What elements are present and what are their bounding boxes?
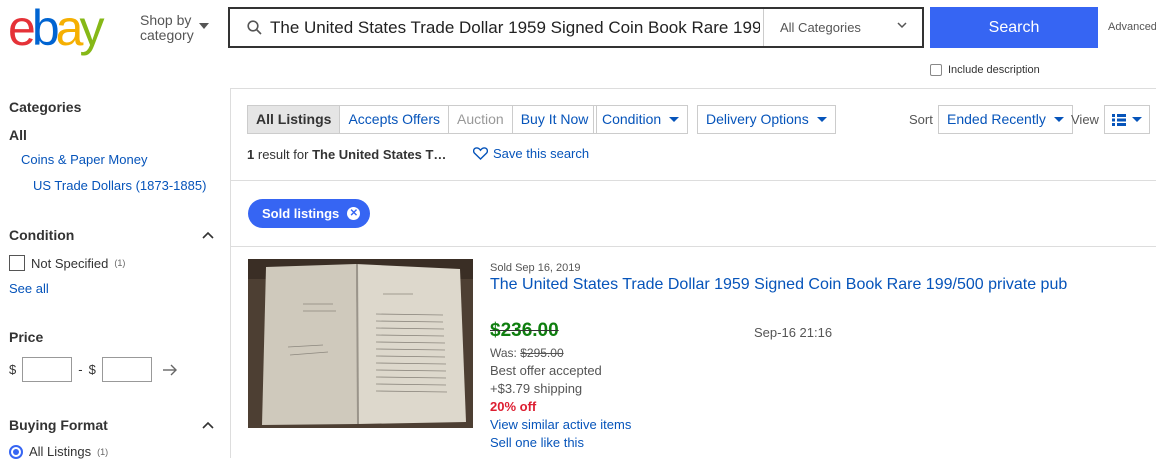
sold-price: $236.00 — [490, 320, 559, 341]
shop-by-category-button[interactable]: Shop by category — [140, 13, 194, 43]
divider — [230, 246, 1156, 247]
sort-dropdown[interactable]: Ended Recently — [938, 105, 1073, 134]
was-price-value: $295.00 — [520, 346, 564, 360]
discount-badge: 20% off — [490, 399, 537, 414]
delivery-dropdown-label: Delivery Options — [706, 111, 809, 127]
view-toggle-button[interactable] — [1104, 105, 1150, 134]
condition-option-not-specified[interactable]: Not Specified (1) — [9, 255, 125, 271]
shop-by-line1: Shop by — [140, 12, 192, 28]
logo-letter-y: y — [79, 0, 104, 56]
logo-letter-a: a — [55, 0, 84, 56]
divider — [230, 88, 231, 458]
caret-down-icon — [1132, 117, 1142, 122]
search-button[interactable]: Search — [930, 7, 1098, 48]
price-heading: Price — [9, 329, 44, 345]
sort-dropdown-value: Ended Recently — [947, 111, 1046, 127]
view-similar-link[interactable]: View similar active items — [490, 417, 631, 432]
include-description-label: Include description — [948, 64, 1040, 76]
caret-down-icon — [816, 117, 827, 122]
chip-label: Sold listings — [262, 206, 340, 221]
category-link-trade-dollars[interactable]: US Trade Dollars (1873-1885) — [33, 178, 206, 193]
arrow-right-icon[interactable] — [162, 364, 178, 376]
categories-heading: Categories — [9, 99, 82, 115]
buying-format-count: (1) — [97, 446, 109, 457]
save-search-link[interactable]: Save this search — [473, 146, 589, 161]
heart-icon — [473, 147, 488, 160]
result-count: 1 result for The United States T… — [247, 147, 446, 162]
include-description-option[interactable]: Include description — [930, 64, 1040, 76]
was-price: Was: $295.00 — [490, 346, 564, 360]
buying-format-label: All Listings — [29, 444, 92, 459]
sold-date: Sold Sep 16, 2019 — [490, 262, 581, 274]
include-description-checkbox[interactable] — [930, 64, 942, 76]
ebay-logo[interactable]: ebay — [8, 0, 104, 56]
result-count-text: result for — [257, 147, 309, 162]
book-photo — [248, 259, 473, 428]
item-title-link[interactable]: The United States Trade Dollar 1959 Sign… — [490, 276, 1067, 294]
currency-symbol-min: $ — [9, 362, 17, 377]
result-count-number: 1 — [247, 147, 255, 162]
tab-auction[interactable]: Auction — [449, 106, 513, 133]
condition-option-count: (1) — [114, 258, 126, 268]
chevron-up-icon[interactable] — [202, 421, 214, 429]
divider — [230, 88, 1156, 89]
caret-down-icon — [669, 117, 680, 122]
end-time: Sep-16 21:16 — [754, 325, 833, 340]
condition-dropdown-label: Condition — [602, 111, 662, 127]
list-view-icon — [1112, 113, 1126, 126]
currency-symbol-max: $ — [88, 362, 96, 377]
logo-letter-e: e — [8, 0, 36, 56]
search-input[interactable] — [270, 9, 760, 46]
radio-selected[interactable] — [9, 444, 23, 459]
item-thumbnail[interactable] — [248, 259, 473, 428]
buying-format-heading: Buying Format — [9, 417, 108, 433]
tab-buy-it-now[interactable]: Buy It Now — [512, 106, 597, 133]
condition-heading: Condition — [9, 227, 75, 243]
price-dash: - — [78, 362, 83, 377]
sell-one-link[interactable]: Sell one like this — [490, 435, 584, 450]
caret-down-icon — [1053, 117, 1064, 122]
shipping-cost: +$3.79 shipping — [490, 381, 583, 396]
save-search-label: Save this search — [493, 146, 590, 161]
shop-by-line2: category — [140, 27, 194, 43]
tab-accepts-offers[interactable]: Accepts Offers — [340, 106, 450, 133]
chevron-down-icon — [897, 22, 907, 29]
close-icon[interactable]: ✕ — [347, 207, 361, 220]
divider — [230, 180, 1156, 181]
listing-type-tabs: All Listings Accepts Offers Auction Buy … — [247, 105, 598, 134]
price-range: $ - $ — [9, 357, 178, 382]
advanced-search-link[interactable]: Advanced — [1108, 21, 1156, 33]
price-max-input[interactable] — [101, 357, 152, 382]
price-min-input[interactable] — [22, 357, 73, 382]
best-offer-status: Best offer accepted — [490, 363, 602, 378]
chevron-up-icon[interactable] — [202, 231, 214, 239]
logo-letter-b: b — [31, 0, 60, 56]
category-select[interactable]: All Categories — [763, 9, 923, 46]
see-all-link[interactable]: See all — [9, 281, 49, 296]
sold-listings-filter-chip[interactable]: Sold listings ✕ — [248, 199, 371, 228]
delivery-options-dropdown[interactable]: Delivery Options — [697, 105, 836, 134]
category-select-value: All Categories — [780, 20, 861, 35]
tab-all-listings[interactable]: All Listings — [248, 106, 341, 133]
buying-format-all-listings[interactable]: All Listings (1) — [9, 444, 108, 459]
view-label: View — [1071, 112, 1099, 127]
caret-down-icon — [199, 23, 209, 29]
category-link-coins[interactable]: Coins & Paper Money — [21, 152, 147, 167]
condition-dropdown[interactable]: Condition — [593, 105, 689, 134]
condition-checkbox[interactable] — [9, 255, 25, 271]
result-query: The United States T… — [312, 147, 447, 162]
sort-label: Sort — [909, 112, 933, 127]
condition-option-label: Not Specified — [31, 255, 109, 271]
category-all: All — [9, 127, 27, 143]
was-label: Was: — [490, 346, 517, 360]
search-bar: All Categories — [228, 7, 924, 48]
search-icon — [247, 20, 262, 35]
